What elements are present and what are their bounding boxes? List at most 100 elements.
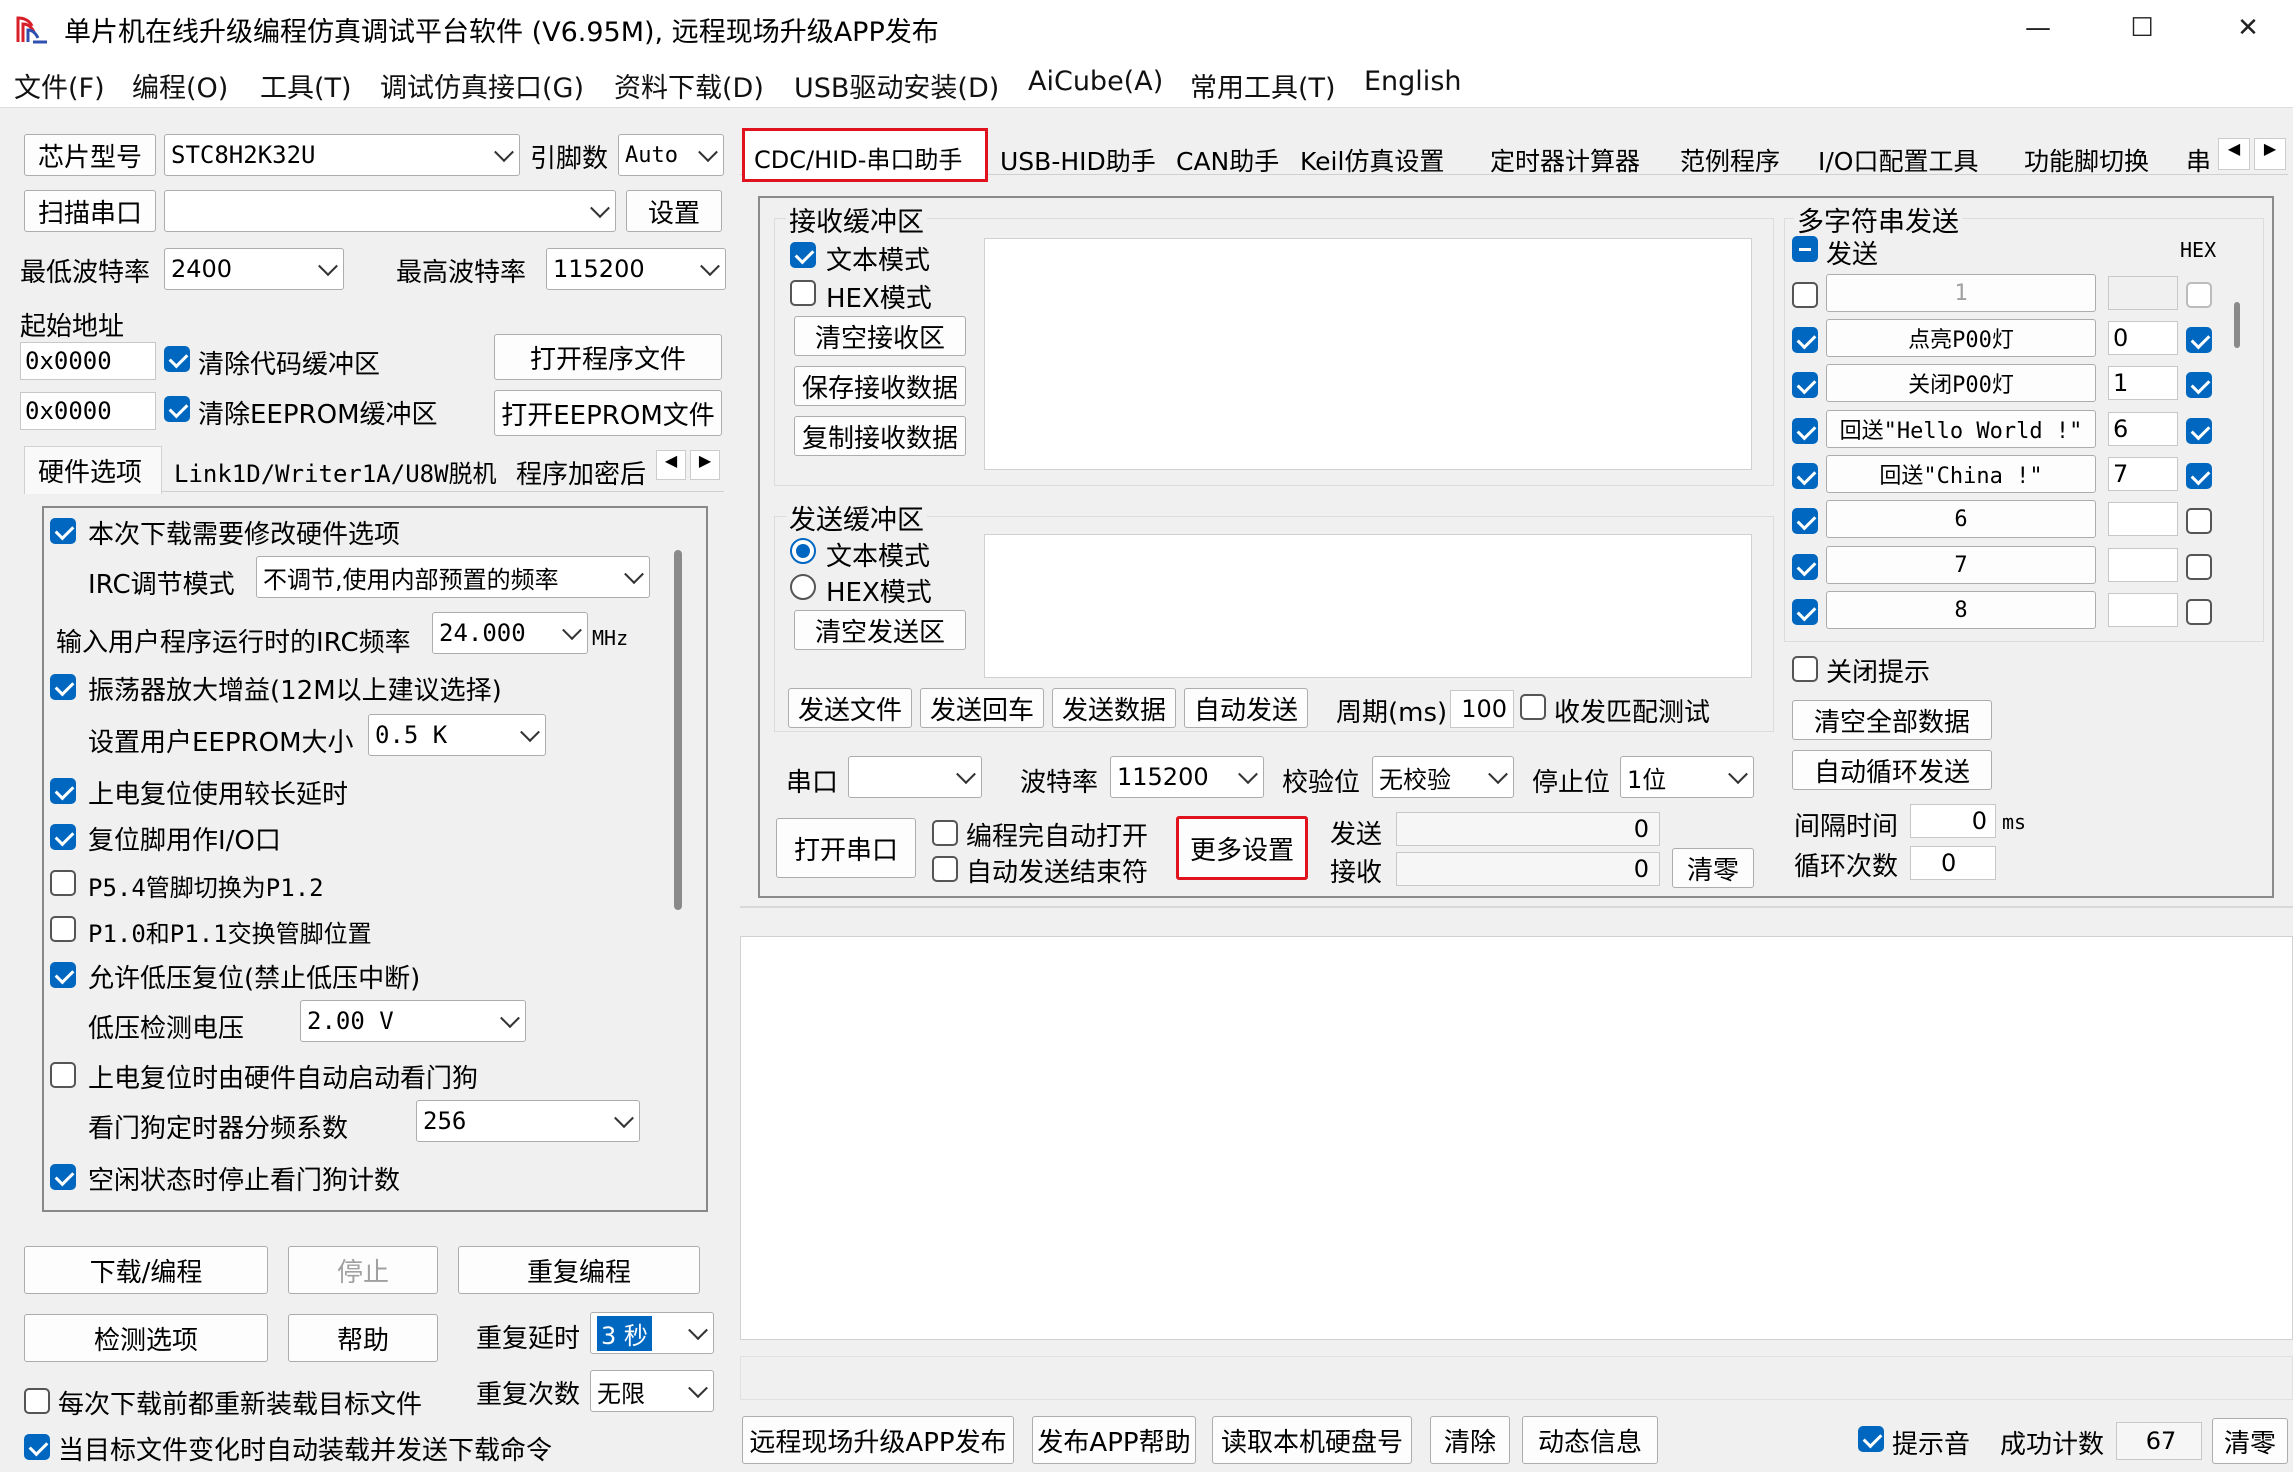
long-delay-checkbox[interactable] [50, 778, 76, 804]
multi-row-send-button[interactable]: 7 [1826, 546, 2096, 584]
open-port-button[interactable]: 打开串口 [776, 818, 916, 878]
clear-all-data-button[interactable]: 清空全部数据 [1792, 700, 1992, 740]
clear-receive-button[interactable]: 清空接收区 [794, 316, 966, 356]
multi-row-hex-checkbox[interactable] [2186, 418, 2212, 444]
download-program-button[interactable]: 下载/编程 [24, 1246, 268, 1294]
port-select[interactable] [164, 190, 616, 232]
min-baud-select[interactable]: 2400 [164, 248, 344, 290]
code-address-input[interactable]: 0x0000 [20, 342, 156, 380]
multi-row-send-checkbox[interactable] [1792, 418, 1818, 444]
menu-tools[interactable]: 工具(T) [260, 66, 352, 105]
tab-can[interactable]: CAN助手 [1176, 142, 1279, 178]
loop-count-input[interactable]: 0 [1910, 846, 1996, 880]
period-input[interactable]: 100 [1450, 690, 1514, 728]
menu-program[interactable]: 编程(O) [132, 66, 228, 105]
main-tab-scroll-left-icon[interactable]: ◀ [2218, 138, 2250, 170]
multi-row-send-button[interactable]: 关闭P00灯 [1826, 364, 2096, 402]
clear-send-button[interactable]: 清空发送区 [794, 610, 966, 650]
lvr-checkbox[interactable] [50, 962, 76, 988]
send-file-button[interactable]: 发送文件 [788, 688, 912, 728]
pins-select[interactable]: Auto [618, 134, 724, 176]
irc-freq-select[interactable]: 24.000 [432, 612, 588, 654]
menu-aicube[interactable]: AiCube(A) [1028, 66, 1163, 97]
multi-row-shortcut-input[interactable]: 7 [2108, 457, 2178, 491]
publish-help-button[interactable]: 发布APP帮助 [1032, 1416, 1196, 1464]
tab-scroll-right-icon[interactable]: ▶ [690, 450, 720, 480]
multi-row-shortcut-input[interactable] [2108, 502, 2178, 536]
close-tips-checkbox[interactable] [1792, 656, 1818, 682]
multi-row-hex-checkbox[interactable] [2186, 372, 2212, 398]
multi-row-shortcut-input[interactable] [2108, 276, 2178, 310]
chip-model-select[interactable]: STC8H2K32U [164, 134, 520, 176]
publish-app-button[interactable]: 远程现场升级APP发布 [742, 1416, 1014, 1464]
serial-port-select[interactable] [848, 756, 982, 798]
close-button[interactable]: ✕ [2218, 4, 2278, 52]
multi-row-shortcut-input[interactable]: 6 [2108, 412, 2178, 446]
multi-row-send-checkbox[interactable] [1792, 599, 1818, 625]
tab-timer[interactable]: 定时器计算器 [1490, 142, 1640, 178]
send-text-mode-radio[interactable] [790, 538, 816, 564]
auto-reload-checkbox[interactable] [24, 1434, 50, 1460]
multi-scrollbar[interactable] [2234, 302, 2240, 348]
reload-each-checkbox[interactable] [24, 1388, 50, 1414]
multi-row-hex-checkbox[interactable] [2186, 282, 2212, 308]
multi-row-send-checkbox[interactable] [1792, 327, 1818, 353]
main-tab-scroll-right-icon[interactable]: ▶ [2254, 138, 2286, 170]
stop-button[interactable]: 停止 [288, 1246, 438, 1294]
copy-receive-button[interactable]: 复制接收数据 [794, 416, 966, 456]
parity-select[interactable]: 无校验 [1372, 756, 1514, 798]
multi-row-send-checkbox[interactable] [1792, 508, 1818, 534]
auto-loop-send-button[interactable]: 自动循环发送 [1792, 750, 1992, 790]
osc-gain-checkbox[interactable] [50, 674, 76, 700]
clear-eeprom-buffer-checkbox[interactable] [164, 396, 190, 422]
clear-count-button[interactable]: 清零 [1672, 848, 1754, 888]
multi-row-shortcut-input[interactable] [2108, 548, 2178, 582]
idle-wdt-checkbox[interactable] [50, 1164, 76, 1190]
menu-file[interactable]: 文件(F) [14, 66, 105, 105]
options-scrollbar[interactable] [674, 550, 682, 910]
auto-open-checkbox[interactable] [932, 820, 958, 846]
menu-english[interactable]: English [1364, 66, 1462, 97]
open-program-file-button[interactable]: 打开程序文件 [494, 334, 722, 380]
multi-row-send-button[interactable]: 8 [1826, 591, 2096, 629]
menu-usb-driver[interactable]: USB驱动安装(D) [794, 66, 999, 105]
multi-row-send-button[interactable]: 点亮P00灯 [1826, 319, 2096, 357]
interval-input[interactable]: 0 [1910, 804, 1996, 838]
menu-common-tools[interactable]: 常用工具(T) [1190, 66, 1336, 105]
clear-log-button[interactable]: 清除 [1430, 1416, 1510, 1464]
multi-row-send-button[interactable]: 1 [1826, 274, 2096, 312]
tab-scroll-left-icon[interactable]: ◀ [656, 450, 686, 480]
multi-row-hex-checkbox[interactable] [2186, 508, 2212, 534]
check-options-button[interactable]: 检测选项 [24, 1314, 268, 1362]
menu-debug[interactable]: 调试仿真接口(G) [380, 66, 584, 105]
p10-swap-checkbox[interactable] [50, 916, 76, 942]
multi-row-hex-checkbox[interactable] [2186, 463, 2212, 489]
baud-select[interactable]: 115200 [1110, 756, 1264, 798]
reset-io-checkbox[interactable] [50, 824, 76, 850]
auto-end-checkbox[interactable] [932, 856, 958, 882]
wdt-div-select[interactable]: 256 [416, 1100, 640, 1142]
menu-download[interactable]: 资料下载(D) [614, 66, 764, 105]
help-button[interactable]: 帮助 [288, 1314, 438, 1362]
reprogram-button[interactable]: 重复编程 [458, 1246, 700, 1294]
multi-row-hex-checkbox[interactable] [2186, 327, 2212, 353]
more-settings-button[interactable]: 更多设置 [1176, 816, 1308, 880]
eeprom-address-input[interactable]: 0x0000 [20, 392, 156, 430]
beep-checkbox[interactable] [1858, 1426, 1884, 1452]
multi-row-hex-checkbox[interactable] [2186, 554, 2212, 580]
chip-model-button[interactable]: 芯片型号 [24, 134, 156, 176]
send-textarea[interactable] [984, 534, 1752, 678]
tab-io-config[interactable]: I/O口配置工具 [1818, 142, 1978, 178]
modify-hw-checkbox[interactable] [50, 518, 76, 544]
lvd-select[interactable]: 2.00 V [300, 1000, 526, 1042]
multi-row-send-checkbox[interactable] [1792, 282, 1818, 308]
minimize-button[interactable]: — [2008, 4, 2068, 52]
maximize-button[interactable]: ☐ [2112, 4, 2172, 52]
clear-code-buffer-checkbox[interactable] [164, 346, 190, 372]
multi-row-send-checkbox[interactable] [1792, 463, 1818, 489]
recv-text-mode-checkbox[interactable] [790, 242, 816, 268]
receive-textarea[interactable] [984, 238, 1752, 470]
multi-row-send-button[interactable]: 6 [1826, 500, 2096, 538]
max-baud-select[interactable]: 115200 [546, 248, 726, 290]
tab-more[interactable]: 串 [2186, 142, 2216, 178]
